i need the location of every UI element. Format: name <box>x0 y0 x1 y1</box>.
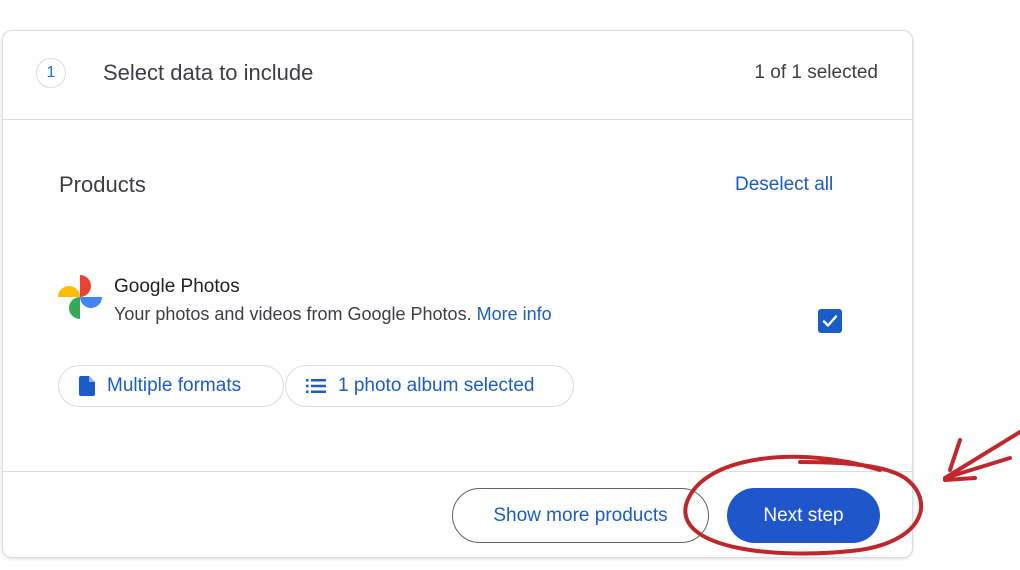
chip-label: Multiple formats <box>107 375 242 396</box>
photo-album-chip[interactable]: 1 photo album selected <box>285 365 574 407</box>
footer-divider <box>3 471 912 472</box>
next-step-button[interactable]: Next step <box>727 488 880 543</box>
list-icon <box>306 379 326 393</box>
file-icon <box>79 376 95 396</box>
google-photos-logo-icon <box>58 275 102 319</box>
show-more-products-button[interactable]: Show more products <box>452 488 709 543</box>
step-number-badge: 1 <box>36 58 66 88</box>
annotation-arrow-icon <box>943 430 1020 482</box>
page: 1 Select data to include 1 of 1 selected… <box>0 0 1020 570</box>
takeout-step-card: 1 Select data to include 1 of 1 selected… <box>2 30 913 558</box>
products-heading: Products <box>59 172 146 197</box>
checkmark-icon <box>822 315 838 327</box>
product-description-text: Your photos and videos from Google Photo… <box>114 304 472 324</box>
chip-label: 1 photo album selected <box>338 375 535 396</box>
deselect-all-link[interactable]: Deselect all <box>735 174 833 196</box>
product-name: Google Photos <box>114 276 240 297</box>
more-info-link[interactable]: More info <box>477 304 552 324</box>
product-checkbox[interactable] <box>818 309 842 333</box>
product-description: Your photos and videos from Google Photo… <box>114 304 552 325</box>
step-title: Select data to include <box>103 60 314 85</box>
multiple-formats-chip[interactable]: Multiple formats <box>58 365 284 407</box>
step-header[interactable]: 1 Select data to include 1 of 1 selected <box>3 31 912 120</box>
selection-count: 1 of 1 selected <box>754 62 878 83</box>
